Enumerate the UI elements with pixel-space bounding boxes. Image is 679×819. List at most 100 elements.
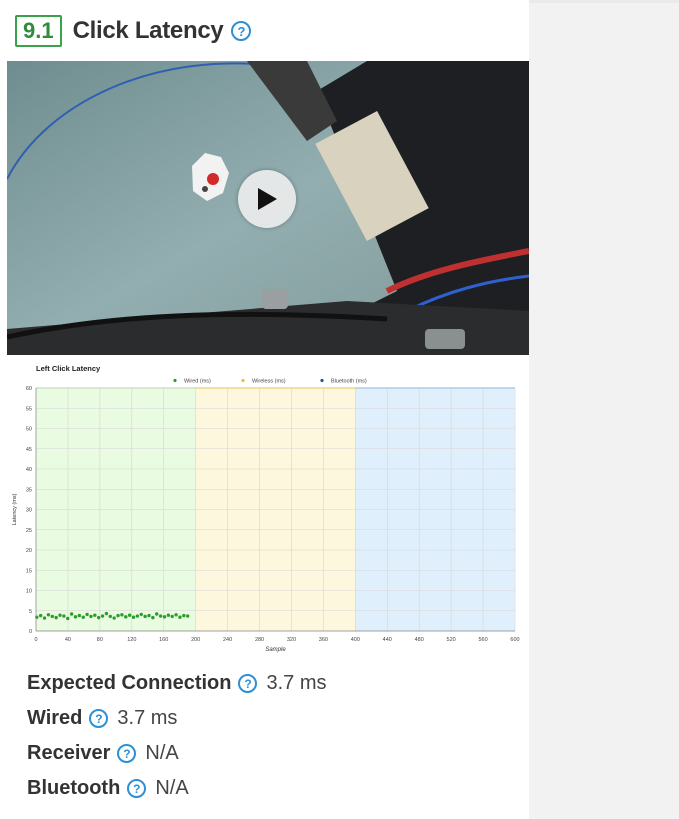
play-button[interactable] bbox=[238, 170, 296, 228]
section-title: Click Latency bbox=[72, 17, 224, 44]
x-tick-label: 0 bbox=[34, 637, 37, 643]
help-icon[interactable]: ? bbox=[238, 674, 258, 693]
x-tick-label: 400 bbox=[351, 637, 360, 643]
y-tick-label: 5 bbox=[29, 609, 32, 615]
x-tick-label: 520 bbox=[447, 637, 456, 643]
data-point bbox=[38, 613, 43, 618]
data-point bbox=[178, 615, 182, 619]
data-point bbox=[96, 615, 101, 620]
help-icon[interactable]: ? bbox=[89, 709, 109, 728]
data-point bbox=[162, 615, 167, 619]
spec-value: N/A bbox=[155, 777, 189, 799]
data-point bbox=[81, 615, 85, 619]
data-point bbox=[120, 613, 124, 617]
legend-label: Wired (ms) bbox=[184, 379, 211, 385]
chart-title: Left Click Latency bbox=[36, 364, 101, 373]
x-tick-label: 440 bbox=[383, 637, 392, 643]
y-tick-label: 0 bbox=[29, 629, 32, 635]
help-icon[interactable]: ? bbox=[127, 779, 147, 798]
data-point bbox=[139, 612, 143, 617]
y-tick-label: 45 bbox=[26, 447, 32, 453]
video-player[interactable] bbox=[7, 61, 529, 355]
latency-chart: 0 40 80 120 160 200 240 280 320 360 400 440 480 520 56… bbox=[7, 355, 529, 660]
spec-value: 3.7 ms bbox=[117, 707, 178, 729]
data-point bbox=[174, 613, 178, 617]
y-tick-label: 40 bbox=[26, 467, 32, 473]
x-tick-label: 480 bbox=[415, 637, 424, 643]
spec-row-receiver: Receiver ? N/A bbox=[27, 736, 327, 771]
legend-label: Bluetooth (ms) bbox=[331, 379, 367, 385]
spec-label: Receiver bbox=[27, 742, 111, 764]
spec-value: 3.7 ms bbox=[266, 672, 327, 694]
latency-chart-svg: 0 40 80 120 160 200 240 280 320 360 400 440 480 520 56… bbox=[12, 364, 520, 653]
data-point bbox=[127, 613, 132, 617]
y-tick-label: 50 bbox=[26, 427, 32, 433]
data-point bbox=[124, 615, 128, 619]
y-axis-label: Latency (ms) bbox=[12, 493, 18, 525]
data-point bbox=[166, 613, 171, 617]
x-tick-label: 160 bbox=[159, 637, 168, 643]
spec-label: Expected Connection bbox=[27, 672, 232, 694]
data-point bbox=[69, 612, 74, 616]
spec-value: N/A bbox=[145, 742, 179, 764]
data-point bbox=[62, 614, 66, 618]
data-point bbox=[66, 616, 70, 621]
spec-row-expected-connection: Expected Connection ? 3.7 ms bbox=[27, 666, 327, 701]
data-point bbox=[100, 614, 105, 618]
data-point bbox=[135, 614, 140, 618]
x-tick-label: 280 bbox=[255, 637, 264, 643]
data-point bbox=[35, 615, 39, 619]
x-tick-label: 560 bbox=[478, 637, 487, 643]
y-tick-label: 30 bbox=[26, 508, 32, 514]
data-point bbox=[104, 611, 109, 616]
x-tick-label: 40 bbox=[65, 637, 71, 643]
x-tick-label: 120 bbox=[127, 637, 136, 643]
section-header: 9.1 Click Latency ? bbox=[15, 14, 252, 48]
data-point bbox=[50, 614, 54, 619]
data-point bbox=[89, 614, 93, 619]
y-tick-label: 25 bbox=[26, 528, 32, 534]
x-tick-label: 360 bbox=[319, 637, 328, 643]
data-point bbox=[170, 614, 174, 619]
test-card: 9.1 Click Latency ? 0 40 80 120 160 200 … bbox=[0, 0, 529, 819]
x-tick-label: 80 bbox=[97, 637, 103, 643]
data-point bbox=[73, 615, 78, 619]
data-point bbox=[116, 613, 120, 618]
data-point bbox=[185, 614, 190, 618]
spec-row-bluetooth: Bluetooth ? N/A bbox=[27, 771, 327, 806]
x-tick-label: 240 bbox=[223, 637, 232, 643]
data-point bbox=[85, 612, 89, 617]
y-tick-label: 10 bbox=[26, 589, 32, 595]
legend-marker bbox=[173, 378, 177, 383]
data-point bbox=[158, 614, 163, 618]
legend-label: Wireless (ms) bbox=[252, 379, 286, 385]
x-tick-label: 600 bbox=[510, 637, 519, 643]
data-point bbox=[77, 613, 82, 618]
data-point bbox=[42, 616, 47, 620]
y-tick-label: 55 bbox=[26, 406, 32, 412]
spec-label: Bluetooth bbox=[27, 777, 121, 799]
data-point bbox=[147, 613, 151, 618]
spec-label: Wired bbox=[27, 707, 83, 729]
y-tick-label: 15 bbox=[26, 568, 32, 574]
data-point bbox=[131, 615, 136, 619]
data-point bbox=[182, 613, 186, 618]
data-point bbox=[155, 612, 159, 616]
data-point bbox=[108, 614, 113, 619]
data-point bbox=[46, 613, 51, 617]
legend-marker bbox=[241, 378, 245, 383]
x-tick-label: 200 bbox=[191, 637, 200, 643]
data-point bbox=[112, 616, 116, 620]
help-icon[interactable]: ? bbox=[231, 21, 252, 41]
data-point bbox=[58, 613, 62, 617]
x-tick-label: 320 bbox=[287, 637, 296, 643]
play-icon bbox=[258, 188, 277, 210]
section-number-badge: 9.1 bbox=[15, 15, 62, 47]
help-icon[interactable]: ? bbox=[117, 744, 137, 763]
y-tick-label: 20 bbox=[26, 548, 32, 554]
data-point bbox=[143, 614, 147, 619]
spec-row-wired: Wired ? 3.7 ms bbox=[27, 701, 327, 736]
x-axis-label: Sample bbox=[265, 647, 286, 653]
legend-marker bbox=[320, 378, 324, 383]
data-point bbox=[54, 615, 58, 620]
